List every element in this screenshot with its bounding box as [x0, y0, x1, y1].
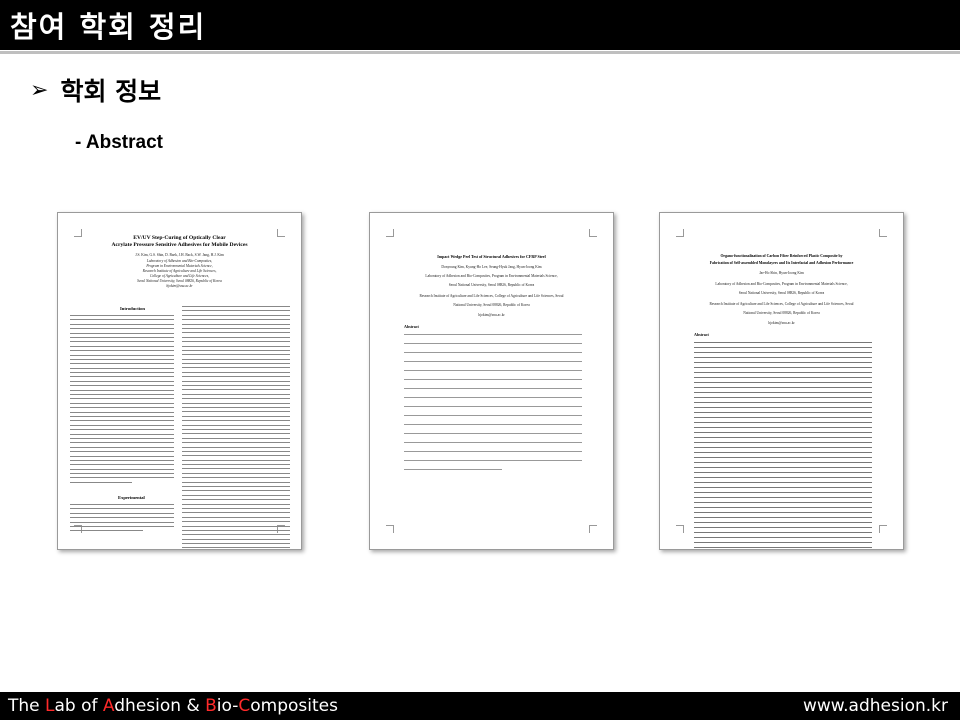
paper-title-line: EV/UV Step-Curing of Optically Clear	[133, 235, 226, 241]
paper-authors: Jae-Ho Shin, Hyun-Joong Kim	[759, 271, 804, 275]
paper-email: hjokim@snu.ac.kr	[768, 321, 795, 325]
abstract-page-1: EV/UV Step-Curing of Optically Clear Acr…	[57, 212, 302, 550]
paper-text-column-left	[70, 315, 174, 486]
paper-email: hjokim@snu.ac.kr	[166, 284, 193, 288]
paper-affiliation: National University, Seoul 08826, Republ…	[453, 303, 530, 307]
paper-affiliation: Research Institute of Agriculture and Li…	[419, 294, 564, 298]
paper-title-line: Organo-functionalization of Carbon Fiber…	[720, 254, 843, 258]
abstract-page-2: Impact Wedge Peel Test of Structural Adh…	[369, 212, 614, 550]
paper-title: Impact Wedge Peel Test of Structural Adh…	[437, 254, 546, 259]
title-bar: 참여 학회 정리	[0, 0, 960, 54]
page-title: 참여 학회 정리	[10, 10, 207, 44]
lab-name: The Lab of Adhesion & Bio-Composites	[8, 696, 338, 716]
paper-text-column-left	[70, 504, 174, 535]
paper-title-line: Fabrication of Self-assembled Monolayers…	[709, 261, 854, 265]
paper-authors: J.S. Kim, G.S. Shin, D. Baek, J.H. Back,…	[135, 253, 224, 257]
paper-affiliation: Research Institute of Agriculture and Li…	[709, 302, 854, 306]
paper-abstract-text	[404, 334, 582, 478]
paper-email: hjokim@snu.ac.kr	[478, 313, 505, 317]
website-link[interactable]: www.adhesion.kr	[803, 696, 948, 716]
paper-section-heading: Introduction	[120, 306, 145, 311]
title-underline	[0, 51, 960, 54]
paper-section-heading: Abstract	[404, 324, 419, 329]
paper-affiliation: National University, Seoul 08826, Republ…	[743, 311, 820, 315]
arrow-right-icon: ➢	[30, 77, 49, 103]
paper-abstract-text	[694, 342, 872, 549]
abstract-subheading: - Abstract	[75, 132, 163, 153]
section-heading-text: 학회 정보	[60, 77, 162, 106]
paper-affiliation: Laboratory of Adhesion and Bio-Composite…	[715, 282, 848, 286]
footer-bar: The Lab of Adhesion & Bio-Composites www…	[0, 692, 960, 720]
paper-text-column-right	[182, 306, 290, 549]
paper-section-heading: Experimental	[118, 495, 145, 500]
paper-title-line: Acrylate Pressure Sensitive Adhesives fo…	[111, 242, 248, 248]
paper-authors: Donyoung Kim, Kyung-Ho Lee, Seung-Hyuk J…	[441, 265, 542, 269]
paper-affiliation: Seoul National University, Seoul 08826, …	[738, 291, 825, 295]
abstract-page-3: Organo-functionalization of Carbon Fiber…	[659, 212, 904, 550]
paper-affiliation: Laboratory of Adhesion and Bio-Composite…	[425, 274, 558, 278]
paper-section-heading: Abstract	[694, 332, 709, 337]
section-heading: ➢ 학회 정보	[30, 72, 161, 108]
paper-affiliation: Seoul National University, Seoul 08826, …	[448, 283, 535, 287]
